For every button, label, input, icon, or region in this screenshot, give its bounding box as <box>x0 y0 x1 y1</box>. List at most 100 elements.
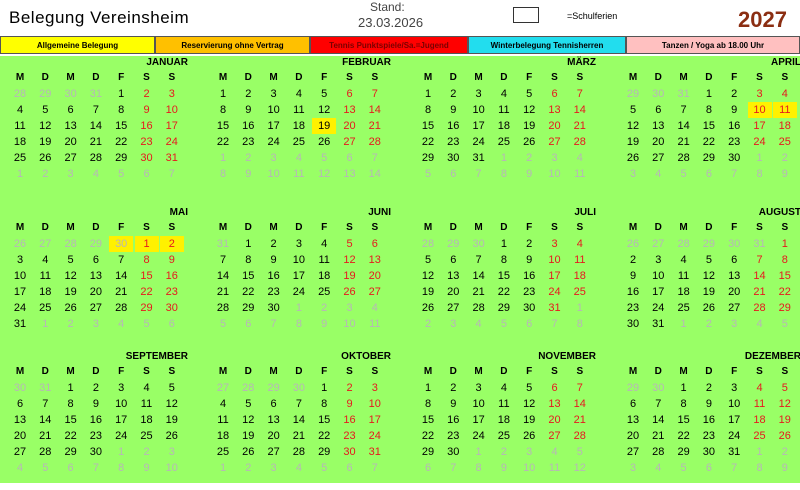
day-cell[interactable]: 10 <box>467 102 491 118</box>
day-cell[interactable]: 6 <box>338 460 362 476</box>
day-cell[interactable]: 21 <box>109 284 133 300</box>
day-cell[interactable]: 3 <box>467 86 491 102</box>
day-cell[interactable]: 11 <box>672 268 696 284</box>
day-cell[interactable]: 23 <box>441 428 465 444</box>
day-cell[interactable]: 29 <box>621 86 645 102</box>
day-cell[interactable]: 1 <box>211 460 235 476</box>
day-cell[interactable]: 5 <box>312 150 336 166</box>
day-cell[interactable]: 6 <box>236 316 260 332</box>
day-cell[interactable]: 2 <box>773 150 797 166</box>
day-cell[interactable]: 8 <box>568 316 592 332</box>
day-cell[interactable]: 29 <box>33 86 57 102</box>
day-cell[interactable]: 17 <box>160 118 184 134</box>
day-cell[interactable]: 5 <box>517 380 541 396</box>
day-cell[interactable]: 9 <box>773 460 797 476</box>
day-cell[interactable]: 8 <box>773 252 797 268</box>
day-cell[interactable]: 22 <box>416 428 440 444</box>
day-cell[interactable]: 22 <box>672 428 696 444</box>
day-cell[interactable]: 2 <box>312 300 336 316</box>
day-cell[interactable]: 7 <box>568 86 592 102</box>
day-cell[interactable]: 27 <box>621 444 645 460</box>
day-cell[interactable]: 24 <box>109 428 133 444</box>
day-cell[interactable]: 23 <box>160 284 184 300</box>
day-cell[interactable]: 7 <box>467 252 491 268</box>
day-cell[interactable]: 10 <box>160 460 184 476</box>
day-cell[interactable]: 13 <box>621 412 645 428</box>
day-cell[interactable]: 21 <box>568 118 592 134</box>
day-cell[interactable]: 3 <box>467 380 491 396</box>
day-cell[interactable]: 12 <box>517 102 541 118</box>
day-cell[interactable]: 8 <box>211 166 235 182</box>
day-cell[interactable]: 22 <box>312 428 336 444</box>
day-cell[interactable]: 8 <box>467 460 491 476</box>
day-cell[interactable]: 10 <box>338 316 362 332</box>
legend-item-reservierung[interactable]: Reservierung ohne Vertrag <box>155 36 310 54</box>
day-cell[interactable]: 19 <box>236 428 260 444</box>
day-cell[interactable]: 6 <box>416 460 440 476</box>
day-cell[interactable]: 8 <box>492 166 516 182</box>
day-cell[interactable]: 4 <box>211 396 235 412</box>
day-cell[interactable]: 1 <box>492 150 516 166</box>
day-cell[interactable]: 16 <box>236 118 260 134</box>
day-cell[interactable]: 8 <box>109 460 133 476</box>
day-cell[interactable]: 3 <box>722 380 746 396</box>
day-cell[interactable]: 5 <box>517 86 541 102</box>
day-cell[interactable]: 1 <box>467 444 491 460</box>
day-cell[interactable]: 6 <box>84 252 108 268</box>
day-cell[interactable]: 14 <box>467 268 491 284</box>
day-cell[interactable]: 2 <box>135 444 159 460</box>
day-cell[interactable]: 1 <box>211 150 235 166</box>
day-cell[interactable]: 6 <box>646 102 670 118</box>
day-cell[interactable]: 25 <box>568 284 592 300</box>
day-cell[interactable]: 24 <box>160 134 184 150</box>
day-cell[interactable]: 27 <box>59 150 83 166</box>
day-cell[interactable]: 4 <box>33 252 57 268</box>
day-cell[interactable]: 5 <box>59 252 83 268</box>
day-cell[interactable]: 18 <box>211 428 235 444</box>
day-cell[interactable]: 25 <box>492 134 516 150</box>
day-cell[interactable]: 22 <box>109 134 133 150</box>
day-cell[interactable]: 5 <box>773 380 797 396</box>
day-cell[interactable]: 28 <box>84 150 108 166</box>
day-cell[interactable]: 5 <box>109 166 133 182</box>
day-cell[interactable]: 19 <box>160 412 184 428</box>
day-cell[interactable]: 13 <box>84 268 108 284</box>
day-cell[interactable]: 2 <box>697 316 721 332</box>
day-cell[interactable]: 3 <box>517 444 541 460</box>
day-cell[interactable]: 15 <box>312 412 336 428</box>
day-cell[interactable]: 3 <box>748 86 772 102</box>
day-cell[interactable]: 18 <box>8 134 32 150</box>
day-cell[interactable]: 26 <box>621 236 645 252</box>
day-cell[interactable]: 22 <box>492 284 516 300</box>
day-cell[interactable]: 18 <box>492 412 516 428</box>
day-cell[interactable]: 1 <box>748 444 772 460</box>
day-cell[interactable]: 21 <box>363 118 387 134</box>
day-cell[interactable]: 1 <box>211 86 235 102</box>
day-cell[interactable]: 26 <box>517 134 541 150</box>
day-cell[interactable]: 4 <box>646 460 670 476</box>
day-cell[interactable]: 8 <box>416 396 440 412</box>
day-cell[interactable]: 16 <box>441 118 465 134</box>
day-cell[interactable]: 9 <box>84 396 108 412</box>
day-cell[interactable]: 10 <box>8 268 32 284</box>
day-cell[interactable]: 8 <box>748 166 772 182</box>
day-cell[interactable]: 3 <box>441 316 465 332</box>
day-cell[interactable]: 30 <box>441 150 465 166</box>
day-cell[interactable]: 4 <box>748 316 772 332</box>
day-cell[interactable]: 23 <box>135 134 159 150</box>
day-cell[interactable]: 27 <box>338 134 362 150</box>
day-cell[interactable]: 26 <box>621 150 645 166</box>
day-cell[interactable]: 9 <box>135 102 159 118</box>
day-cell[interactable]: 15 <box>416 118 440 134</box>
day-cell[interactable]: 3 <box>59 166 83 182</box>
day-cell[interactable]: 11 <box>748 396 772 412</box>
day-cell[interactable]: 17 <box>646 284 670 300</box>
day-cell[interactable]: 28 <box>8 86 32 102</box>
day-cell[interactable]: 27 <box>646 150 670 166</box>
day-cell[interactable]: 7 <box>287 396 311 412</box>
day-cell[interactable]: 18 <box>33 284 57 300</box>
day-cell[interactable]: 6 <box>697 460 721 476</box>
day-cell[interactable]: 15 <box>59 412 83 428</box>
day-cell[interactable]: 28 <box>211 300 235 316</box>
day-cell[interactable]: 8 <box>697 102 721 118</box>
